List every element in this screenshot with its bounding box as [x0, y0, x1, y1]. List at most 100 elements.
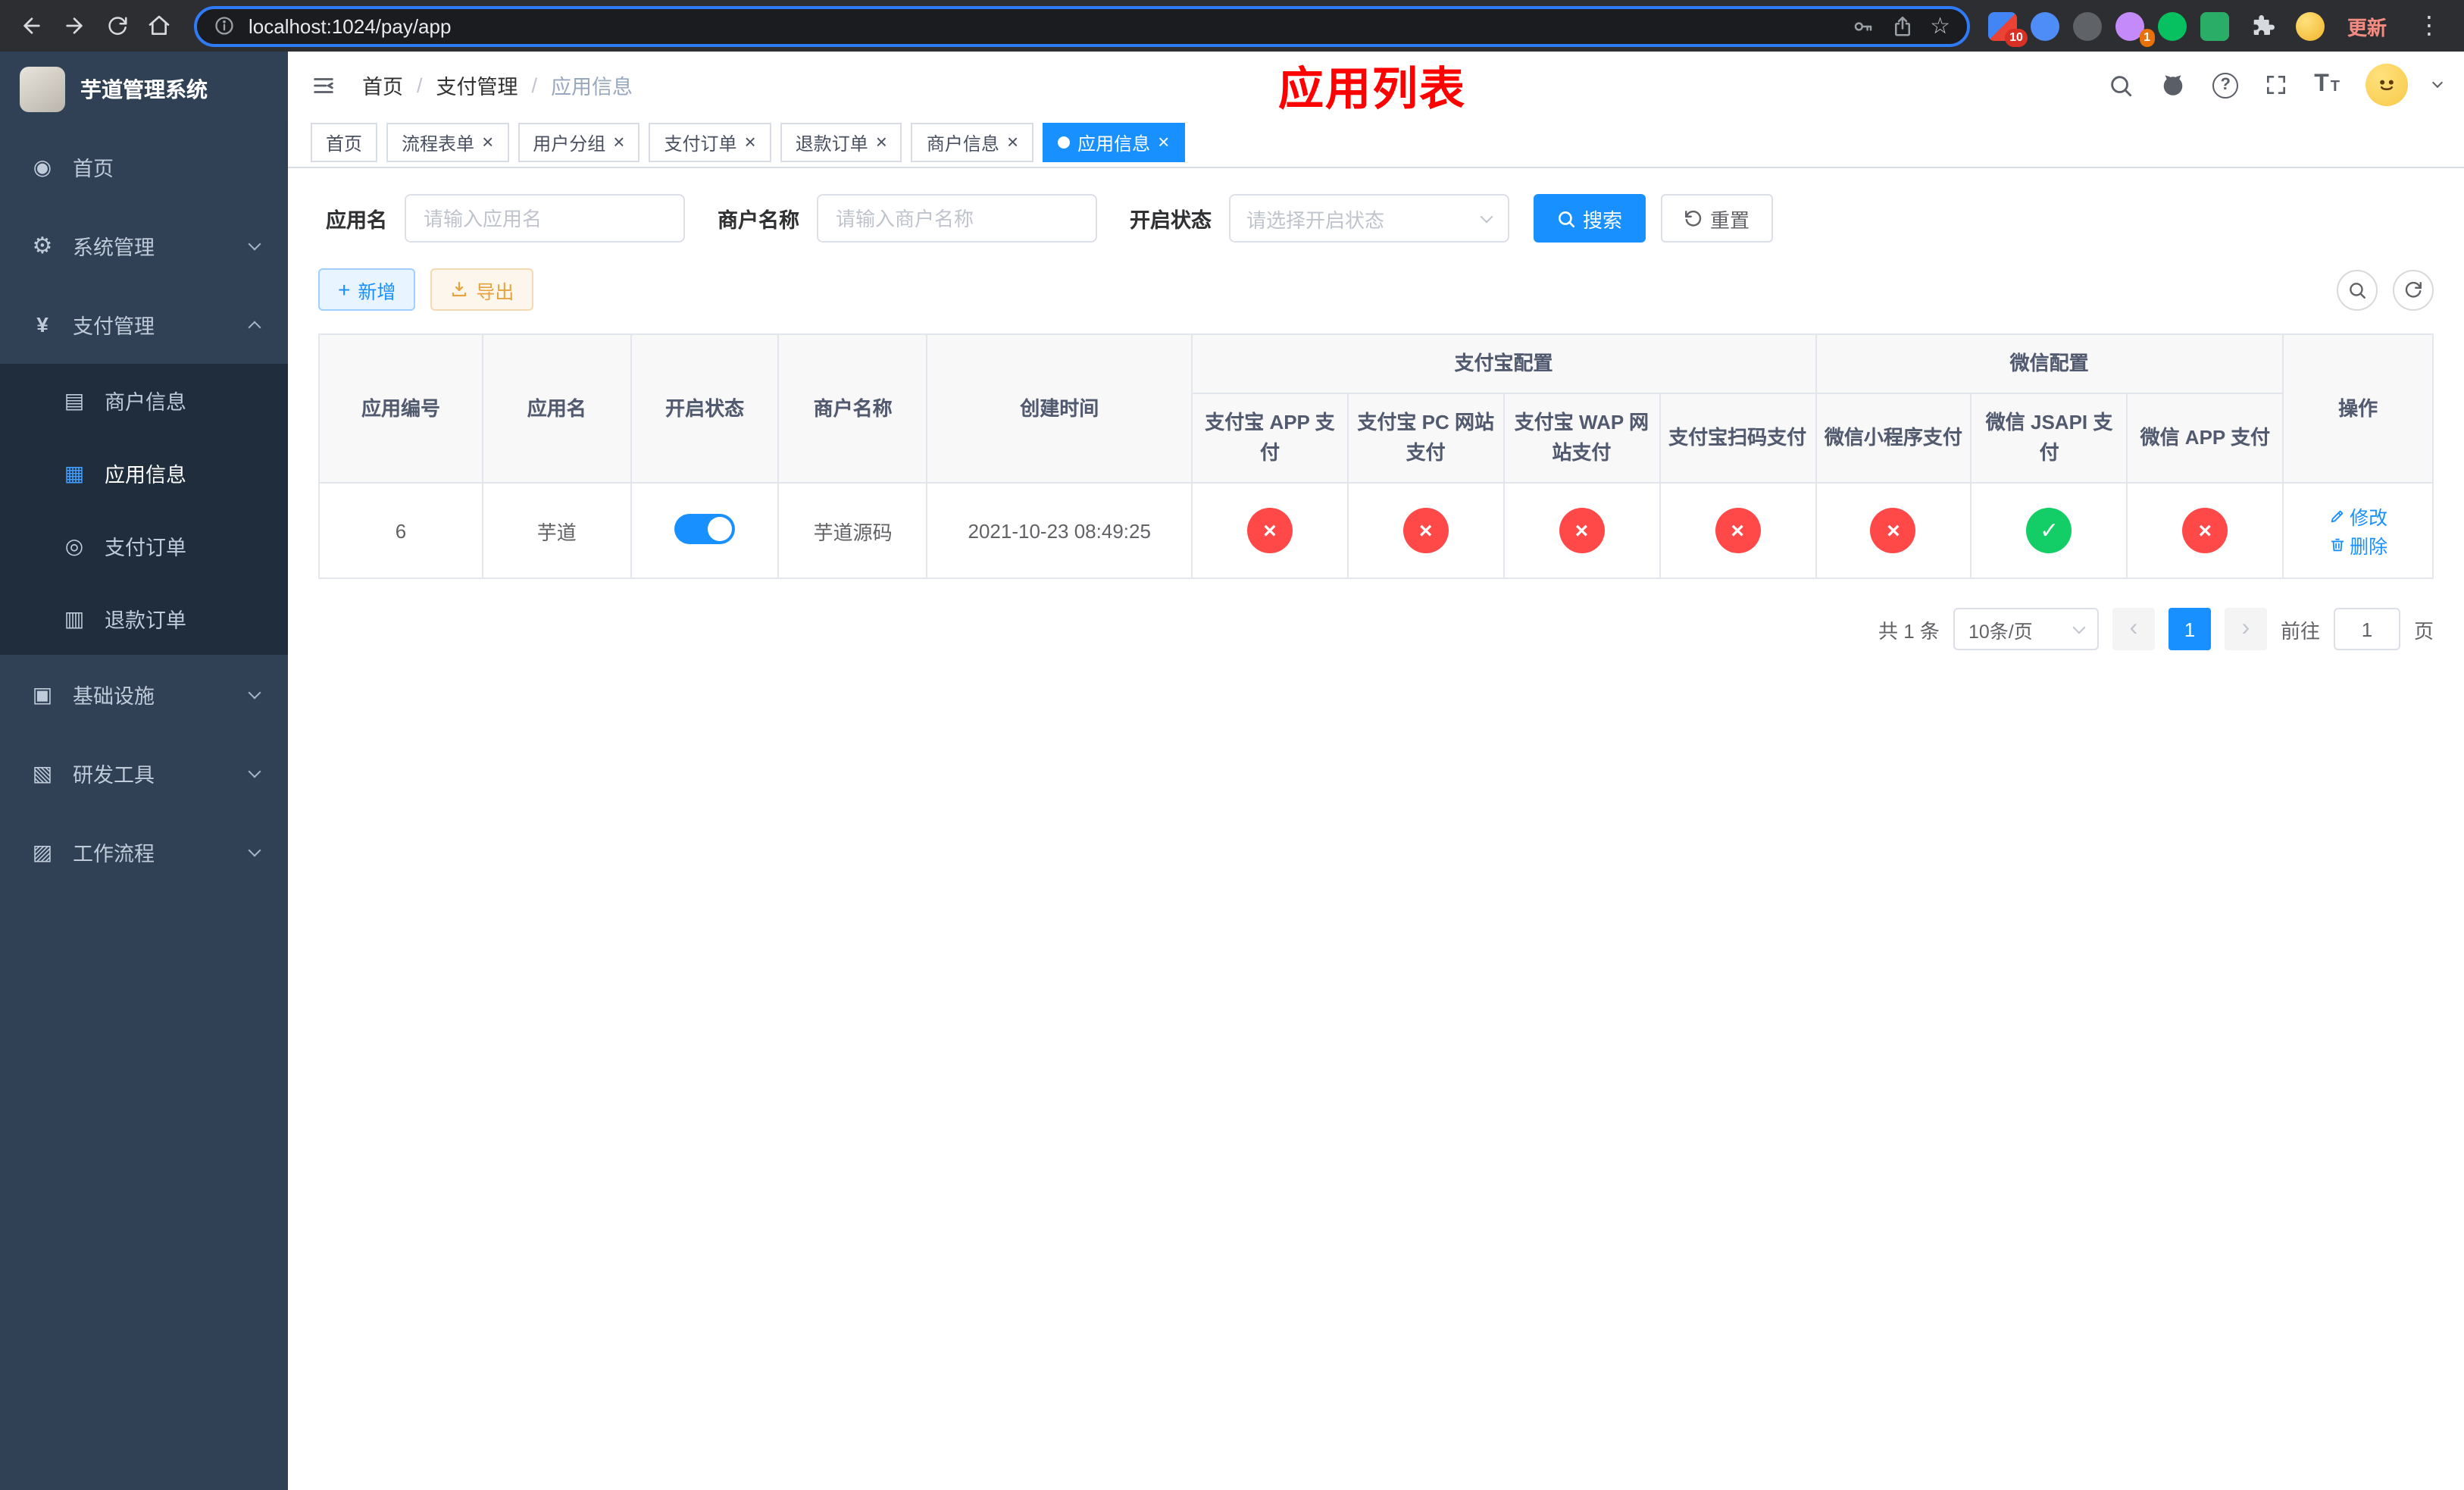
navbar-actions: [2108, 64, 2444, 106]
close-icon[interactable]: [876, 132, 887, 153]
merchant-name-input[interactable]: [816, 194, 1096, 243]
tab-home[interactable]: 首页: [311, 123, 378, 162]
hamburger-icon[interactable]: [311, 72, 336, 98]
delete-button[interactable]: 删除: [2328, 531, 2387, 560]
sidebar-item-home[interactable]: 首页: [0, 127, 288, 206]
sidebar-item-merchant-info[interactable]: 商户信息: [0, 364, 288, 437]
breadcrumb-payment[interactable]: 支付管理: [436, 70, 518, 100]
app-logo: [20, 67, 65, 112]
sidebar-item-system[interactable]: 系统管理: [0, 206, 288, 285]
table-toolbar: 新增 导出: [318, 268, 2434, 311]
sidebar-item-payment[interactable]: 支付管理: [0, 285, 288, 364]
sidebar-item-label: 首页: [73, 158, 114, 180]
reset-button[interactable]: 重置: [1660, 194, 1773, 243]
tab-refund-order[interactable]: 退款订单: [780, 123, 902, 162]
tab-merchant-info[interactable]: 商户信息: [911, 123, 1034, 162]
gear-icon: [29, 232, 56, 259]
sub-column-header: 微信小程序支付: [1815, 393, 1972, 484]
devtools-icon: [29, 760, 56, 786]
password-key-icon[interactable]: [1851, 14, 1874, 37]
status-toggle[interactable]: [674, 513, 736, 544]
sub-column-header: 支付宝 WAP 网站支付: [1502, 393, 1661, 484]
close-icon[interactable]: [482, 132, 493, 153]
prev-page-button[interactable]: [2112, 608, 2155, 651]
browser-home-icon[interactable]: [139, 6, 179, 45]
current-page-button[interactable]: 1: [2168, 608, 2211, 651]
avatar-caret-icon[interactable]: [2431, 77, 2444, 89]
user-avatar[interactable]: [2366, 64, 2408, 106]
search-icon[interactable]: [2108, 72, 2134, 98]
tab-app-info[interactable]: 应用信息: [1043, 123, 1185, 162]
browser-menu-icon[interactable]: [2409, 6, 2449, 45]
plus-icon: [338, 278, 350, 301]
url-bar[interactable]: localhost:1024/pay/app: [194, 5, 1970, 46]
extension-avatar-icon[interactable]: 1: [2115, 11, 2155, 46]
chevron-down-icon: [248, 685, 261, 699]
sidebar-item-label: 商户信息: [105, 391, 186, 414]
sidebar-item-app-info[interactable]: 应用信息: [0, 437, 288, 509]
infrastructure-icon: [29, 681, 56, 707]
app-name-input[interactable]: [404, 194, 684, 243]
breadcrumb-home[interactable]: 首页: [362, 70, 403, 100]
sidebar-item-infrastructure[interactable]: 基础设施: [0, 655, 288, 734]
sidebar-item-devtools[interactable]: 研发工具: [0, 734, 288, 812]
bookmark-star-icon[interactable]: [1930, 12, 1950, 39]
page-size-value: 10条/页: [1968, 621, 2033, 643]
goto-page-input[interactable]: [2333, 608, 2400, 651]
chrome-update-button[interactable]: 更新: [2338, 8, 2396, 43]
close-icon[interactable]: [745, 132, 756, 153]
extension-drop-icon[interactable]: [2030, 11, 2059, 40]
extension-green-square-icon[interactable]: [2200, 11, 2229, 40]
refund-order-icon: [61, 606, 88, 631]
app-logo-row: 芋道管理系统: [0, 52, 288, 127]
edit-button[interactable]: 修改: [2328, 502, 2387, 531]
browser-back-icon[interactable]: [12, 6, 52, 45]
payment-submenu: 商户信息 应用信息 支付订单 退款订单: [0, 364, 288, 655]
extensions-puzzle-icon[interactable]: [2243, 6, 2282, 45]
profile-avatar[interactable]: [2295, 11, 2325, 40]
breadcrumb-separator: [518, 74, 552, 96]
merchant-name-label: 商户名称: [718, 209, 799, 232]
refresh-icon[interactable]: [2393, 269, 2434, 310]
sidebar: 芋道管理系统 首页 系统管理 支付管理: [0, 52, 288, 1490]
sidebar-item-workflow[interactable]: 工作流程: [0, 812, 288, 891]
close-icon[interactable]: [1007, 132, 1018, 153]
extension-green-circle-icon[interactable]: [2157, 11, 2187, 40]
export-button[interactable]: 导出: [430, 268, 534, 311]
chevron-down-icon: [248, 843, 261, 856]
share-icon[interactable]: [1890, 14, 1913, 37]
sidebar-item-label: 应用信息: [105, 464, 186, 487]
top-navbar: 首页 支付管理 应用信息 应用列表: [288, 52, 2464, 118]
search-button[interactable]: 搜索: [1533, 194, 1646, 243]
extension-dark-icon[interactable]: [2072, 11, 2102, 40]
tab-pay-order[interactable]: 支付订单: [649, 123, 771, 162]
add-button[interactable]: 新增: [318, 268, 416, 311]
close-icon[interactable]: [1158, 132, 1169, 153]
app-name-label: 应用名: [326, 209, 387, 232]
close-icon[interactable]: [613, 132, 624, 153]
toggle-search-icon[interactable]: [2337, 269, 2378, 310]
pagination: 共 1 条 10条/页 1 前往 页: [318, 608, 2434, 651]
column-header: 操作: [2282, 333, 2434, 484]
font-size-icon[interactable]: [2314, 71, 2340, 99]
page-size-select[interactable]: 10条/页: [1953, 608, 2099, 651]
site-info-icon[interactable]: [214, 15, 235, 36]
fullscreen-icon[interactable]: [2264, 73, 2288, 97]
sidebar-item-refund-order[interactable]: 退款订单: [0, 582, 288, 655]
goto-unit: 页: [2413, 619, 2434, 643]
app-table: 应用编号 应用名 开启状态 商户名称 创建时间 支付宝配置 微信配置 操作 支付…: [317, 333, 2434, 580]
tab-process-form[interactable]: 流程表单: [386, 123, 509, 162]
extension-grid-icon[interactable]: 10: [1987, 11, 2028, 46]
tab-user-group[interactable]: 用户分组: [518, 123, 640, 162]
browser-forward-icon[interactable]: [55, 6, 94, 45]
tab-label: 商户信息: [926, 133, 999, 154]
sidebar-item-label: 工作流程: [73, 843, 155, 866]
github-icon[interactable]: [2159, 71, 2187, 99]
status-select[interactable]: 请选择开启状态: [1228, 194, 1509, 243]
help-icon[interactable]: [2212, 72, 2239, 98]
next-page-button[interactable]: [2224, 608, 2267, 651]
browser-reload-icon[interactable]: [97, 6, 136, 45]
tab-label: 首页: [326, 133, 363, 154]
tab-label: 用户分组: [533, 133, 606, 154]
sidebar-item-pay-order[interactable]: 支付订单: [0, 509, 288, 582]
